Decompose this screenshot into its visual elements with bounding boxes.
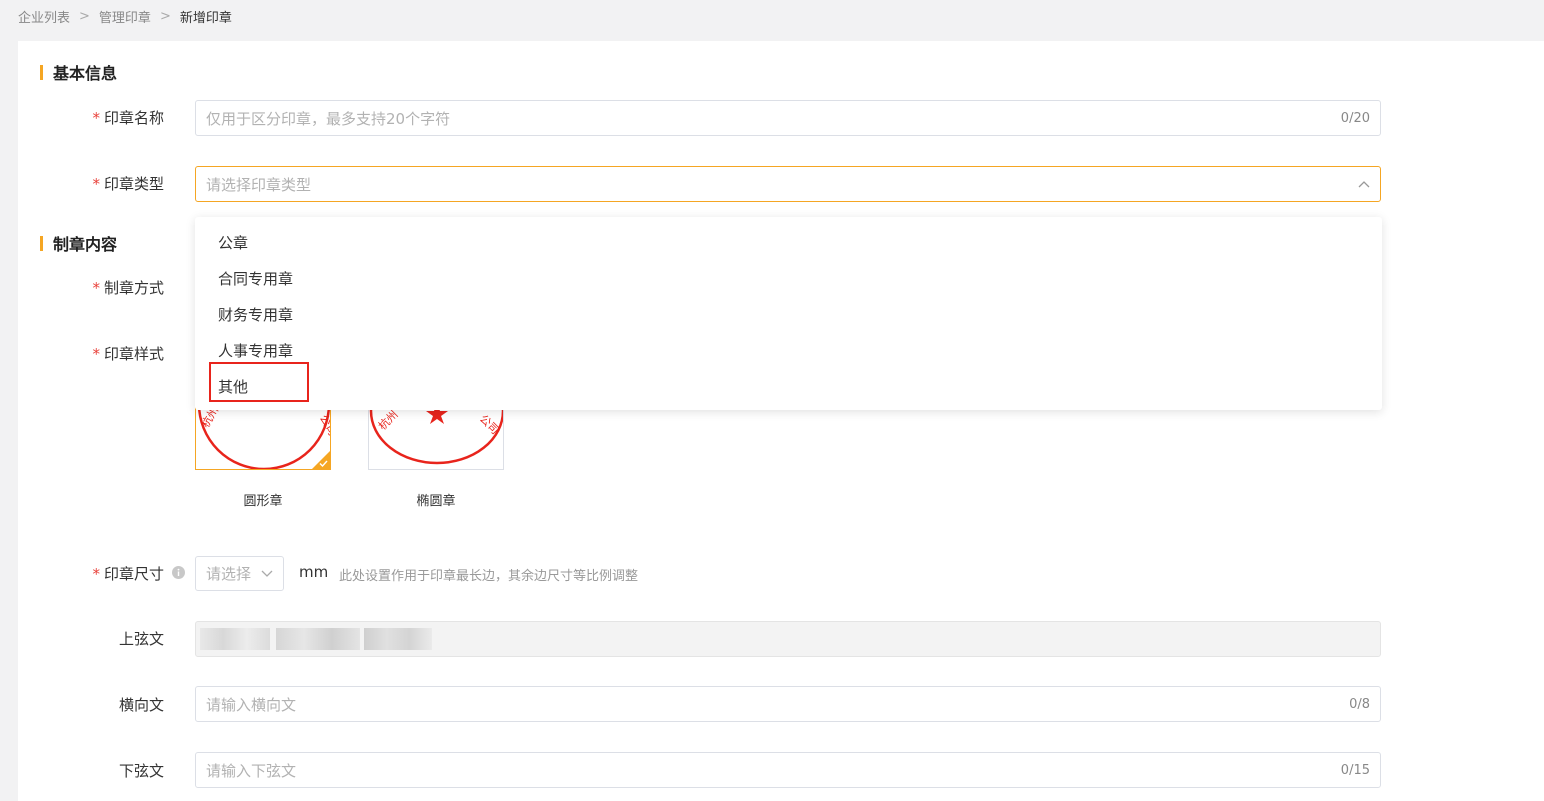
seal-type-dropdown: 公章 合同专用章 财务专用章 人事专用章 其他 (195, 217, 1382, 410)
required-mark: * (92, 279, 100, 297)
seal-size-select[interactable]: 请选择 (195, 556, 284, 591)
seal-size-placeholder: 请选择 (206, 565, 252, 583)
seal-method-label: * 制章方式 (14, 277, 164, 298)
horizontal-text-label: 横向文 (118, 696, 164, 714)
seal-size-unit: mm (299, 563, 329, 581)
seal-type-label: * 印章类型 (14, 173, 164, 194)
dropdown-option-contract-seal[interactable]: 合同专用章 (218, 268, 293, 289)
dropdown-option-official-seal[interactable]: 公章 (218, 232, 248, 253)
blurred-text (364, 628, 432, 650)
section-content: 制章内容 (40, 231, 117, 255)
seal-size-label: * 印章尺寸 (14, 563, 164, 584)
seal-name-input[interactable]: 仅用于区分印章，最多支持20个字符 0/20 (195, 100, 1381, 136)
seal-text-right: 公司 (317, 413, 331, 439)
breadcrumb: 企业列表 > 管理印章 > 新增印章 (18, 0, 232, 32)
breadcrumb-current: 新增印章 (179, 10, 232, 26)
chevron-up-icon (1358, 181, 1370, 188)
section-basic-info: 基本信息 (40, 60, 117, 84)
section-basic-info-title: 基本信息 (53, 64, 118, 83)
required-mark: * (92, 109, 100, 127)
blurred-text (276, 628, 360, 650)
seal-name-placeholder: 仅用于区分印章，最多支持20个字符 (206, 109, 451, 128)
blurred-text (200, 628, 270, 650)
lower-text-input[interactable]: 请输入下弦文 0/15 (195, 752, 1381, 788)
horizontal-text-input[interactable]: 请输入横向文 0/8 (195, 686, 1381, 722)
check-mark-icon (319, 460, 328, 467)
lower-text-counter: 0/15 (1340, 762, 1370, 778)
lower-text-label: 下弦文 (118, 762, 164, 780)
seal-type-placeholder: 请选择印章类型 (206, 175, 312, 194)
dropdown-option-hr-seal[interactable]: 人事专用章 (218, 340, 293, 361)
seal-name-counter: 0/20 (1340, 110, 1370, 126)
lower-text-placeholder: 请输入下弦文 (206, 761, 297, 780)
section-accent-bar (40, 64, 43, 80)
required-mark: * (92, 175, 100, 193)
breadcrumb-separator-icon: > (159, 8, 171, 24)
seal-name-label: * 印章名称 (14, 107, 164, 128)
highlight-box (209, 362, 309, 402)
dropdown-option-finance-seal[interactable]: 财务专用章 (218, 304, 293, 325)
seal-type-select[interactable]: 请选择印章类型 (195, 166, 1381, 202)
horizontal-text-placeholder: 请输入横向文 (206, 695, 297, 714)
seal-style-label: * 印章样式 (14, 343, 164, 364)
seal-method-label-text: 制章方式 (103, 279, 164, 297)
required-mark: * (92, 565, 100, 583)
breadcrumb-item-enterprise-list[interactable]: 企业列表 (18, 7, 70, 26)
upper-text-label: 上弦文 (118, 630, 164, 648)
seal-style-label-text: 印章样式 (103, 345, 164, 363)
chevron-down-icon (261, 570, 273, 577)
seal-name-label-text: 印章名称 (103, 109, 164, 127)
required-mark: * (92, 345, 100, 363)
horizontal-text-counter: 0/8 (1349, 696, 1370, 712)
section-accent-bar (40, 235, 43, 251)
oval-seal-text-left: 杭州 (375, 407, 400, 432)
info-icon[interactable] (172, 566, 185, 579)
seal-style-round-caption: 圆形章 (243, 494, 283, 509)
seal-size-hint: 此处设置作用于印章最长边，其余边尺寸等比例调整 (339, 569, 639, 584)
section-content-title: 制章内容 (53, 235, 118, 254)
breadcrumb-separator-icon: > (79, 8, 90, 24)
breadcrumb-item-manage-seals[interactable]: 管理印章 (99, 7, 151, 26)
seal-type-label-text: 印章类型 (103, 175, 164, 193)
seal-size-label-text: 印章尺寸 (103, 565, 164, 583)
seal-style-oval-caption: 椭圆章 (416, 494, 456, 509)
